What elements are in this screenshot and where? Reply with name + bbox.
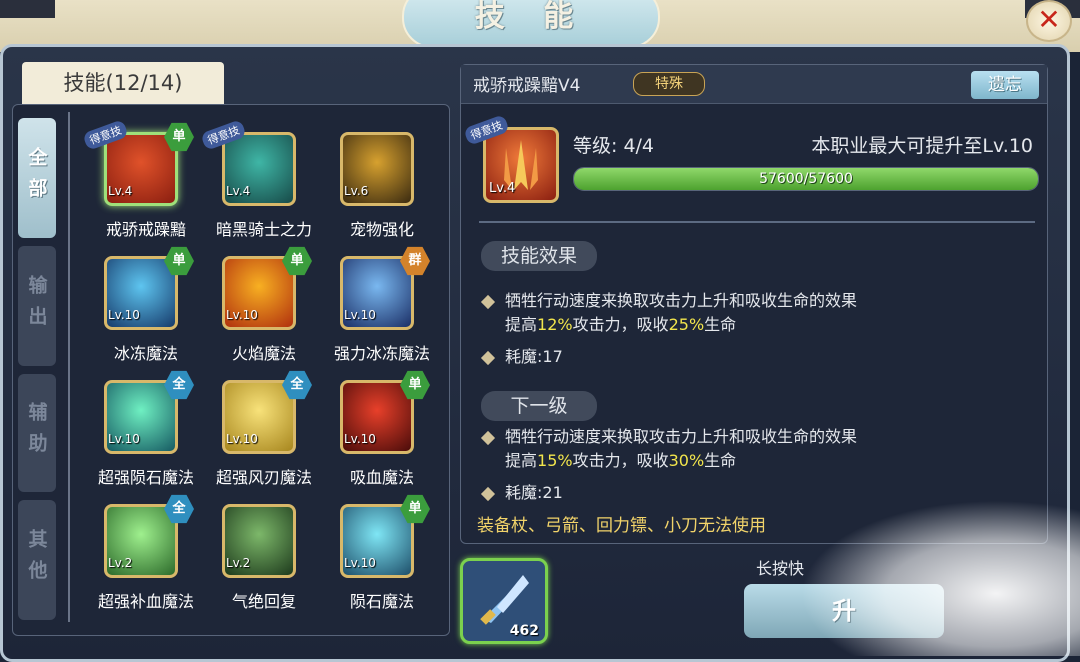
skill-item[interactable]: Lv.2 气绝回复	[204, 504, 324, 622]
skill-name: 超强陨石魔法	[97, 468, 194, 487]
max-level-text: 本职业最大可提升至Lv.10	[811, 135, 1033, 157]
skill-name: 陨石魔法	[349, 592, 414, 611]
category-all[interactable]: 全部	[18, 118, 56, 238]
item-count: 462	[509, 623, 539, 639]
detail-icon-level: Lv.4	[489, 181, 516, 196]
exp-bar: 57600/57600	[573, 167, 1039, 191]
special-tag: 特殊	[633, 72, 705, 96]
next-mana-cost: 耗魔:21	[480, 479, 563, 503]
close-button[interactable]: ✕	[1026, 0, 1072, 42]
category-output[interactable]: 输出	[18, 246, 56, 366]
skill-level: Lv.10	[108, 432, 140, 446]
detail-header: 戒骄戒躁黯V4 特殊 遗忘	[461, 65, 1047, 104]
skill-item[interactable]: Lv.10 强力冰冻魔法群	[322, 246, 442, 374]
long-press-hint: 长按快	[756, 559, 805, 578]
diamond-icon	[480, 294, 496, 309]
skill-level: Lv.10	[108, 308, 140, 322]
next-line-1: 牺牲行动速度来换取攻击力上升和吸收生命的效果	[480, 423, 857, 447]
skill-level: Lv.2	[226, 556, 251, 570]
effect-line-2: 提高12%攻击力，吸收25%生命	[505, 315, 737, 334]
skill-item[interactable]: Lv.6 宠物强化	[322, 132, 442, 250]
skill-item[interactable]: Lv.10 超强风刃魔法全	[204, 370, 324, 498]
skill-level: Lv.10	[344, 308, 376, 322]
category-other[interactable]: 其他	[18, 500, 56, 620]
exp-bar-text: 57600/57600	[759, 171, 853, 187]
skill-name: 超强补血魔法	[97, 592, 194, 611]
skill-level: Lv.10	[226, 308, 258, 322]
next-level-label: 下一级	[481, 391, 597, 421]
skill-item[interactable]: Lv.2 超强补血魔法全	[86, 494, 206, 622]
skill-item[interactable]: Lv.10 火焰魔法单	[204, 246, 324, 374]
skill-name: 火焰魔法	[231, 344, 296, 363]
skill-level: Lv.10	[344, 556, 376, 570]
tab-skills[interactable]: 技能(12/14)	[22, 62, 224, 104]
skill-name: 暗黑骑士之力	[215, 220, 312, 239]
skill-level: Lv.6	[344, 184, 369, 198]
diamond-icon	[480, 350, 496, 365]
forget-button[interactable]: 遗忘	[971, 71, 1039, 99]
skill-name: 强力冰冻魔法	[333, 344, 430, 363]
mana-cost: 耗魔:17	[480, 343, 563, 367]
skill-level: Lv.4	[108, 184, 133, 198]
skill-item[interactable]: Lv.4 暗黑骑士之力 得意技	[200, 119, 324, 250]
top-left-decor	[0, 0, 55, 18]
skill-level: Lv.10	[226, 432, 258, 446]
skill-item[interactable]: Lv.10 超强陨石魔法全	[86, 370, 206, 498]
skill-item[interactable]: Lv.10 吸血魔法单	[322, 370, 442, 498]
screen-glare	[800, 500, 1080, 656]
effect-line-1: 牺牲行动速度来换取攻击力上升和吸收生命的效果	[480, 287, 857, 311]
detail-skill-title: 戒骄戒躁黯V4	[473, 76, 581, 96]
skill-name: 宠物强化	[349, 220, 414, 239]
skill-detail-panel: 戒骄戒躁黯V4 特殊 遗忘 得意技 Lv.4 等级: 4/4 本职业最大可提升至…	[460, 64, 1048, 544]
diamond-icon	[480, 486, 496, 501]
category-support[interactable]: 辅助	[18, 374, 56, 492]
skill-name: 气绝回复	[231, 592, 296, 611]
skill-level: Lv.10	[344, 432, 376, 446]
skill-item[interactable]: Lv.10 冰冻魔法单	[86, 246, 206, 374]
skill-level: Lv.2	[108, 556, 133, 570]
skill-name: 戒骄戒躁黯	[105, 220, 186, 239]
skill-name: 超强风刃魔法	[215, 468, 312, 487]
scrollbar[interactable]	[68, 112, 70, 622]
skill-item[interactable]: Lv.4 戒骄戒躁黯单得意技	[82, 119, 206, 250]
skill-level: Lv.4	[226, 184, 251, 198]
skill-item[interactable]: Lv.10 陨石魔法单	[322, 494, 442, 622]
level-text: 等级: 4/4	[573, 135, 655, 157]
diamond-icon	[480, 430, 496, 445]
window-title: 技 能	[402, 0, 660, 48]
next-line-2: 提高15%攻击力，吸收30%生命	[505, 451, 737, 470]
item-slot[interactable]: 462	[460, 558, 548, 644]
skill-effect-label: 技能效果	[481, 241, 597, 271]
skill-name: 吸血魔法	[349, 468, 414, 487]
divider	[479, 221, 1035, 223]
equipment-warning: 装备杖、弓箭、回力镖、小刀无法使用	[477, 516, 766, 536]
skill-name: 冰冻魔法	[113, 344, 178, 363]
